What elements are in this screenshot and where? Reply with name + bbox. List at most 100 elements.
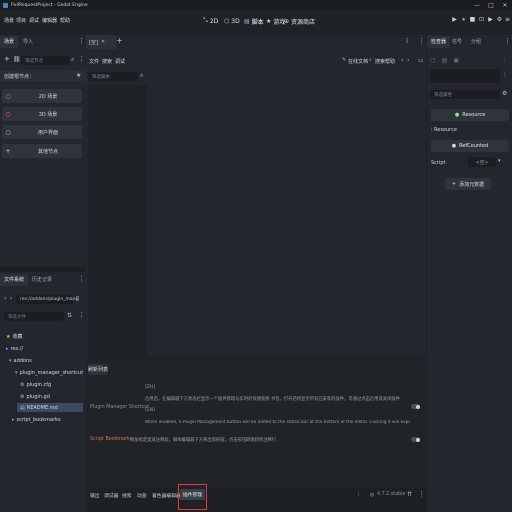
run-project-icon[interactable]: ▶ bbox=[450, 15, 459, 25]
2d-scene-button[interactable]: ○ 2D 场景 bbox=[2, 89, 82, 103]
script-menu-file[interactable]: 文件 bbox=[89, 58, 99, 65]
editor-menu-icon[interactable]: ⋮ bbox=[418, 37, 425, 45]
settings-icon[interactable]: ⚙ bbox=[502, 90, 507, 97]
path-field[interactable]: res://addons/plugin_mana bbox=[16, 295, 78, 304]
script-value-field[interactable]: <空> bbox=[468, 157, 496, 167]
script-menu-debug[interactable]: 调试 bbox=[115, 58, 125, 65]
dock-menu-icon[interactable]: ⋮ bbox=[78, 275, 85, 283]
forward-icon[interactable]: › bbox=[10, 295, 12, 302]
script-icon: ▤ bbox=[244, 17, 250, 25]
sort-icon[interactable]: ⇅ bbox=[67, 312, 72, 319]
history-dropdown[interactable] bbox=[430, 69, 500, 83]
menu-scene[interactable]: 场景 bbox=[4, 17, 14, 24]
close-button[interactable]: ✕ bbox=[498, 0, 512, 10]
filter-properties-input[interactable]: 筛选属性 bbox=[430, 90, 500, 99]
user-interface-button[interactable]: ○ 用户界面 bbox=[2, 125, 82, 139]
save-resource-icon[interactable]: ▣ bbox=[453, 57, 459, 64]
workspace-script[interactable]: ▤ 脚本 bbox=[244, 15, 264, 27]
filter-scripts-input[interactable]: 筛选脚本 bbox=[88, 72, 138, 81]
bottom-tab-output[interactable]: 输出 bbox=[90, 492, 100, 499]
toggle-list-icon[interactable]: ▭ bbox=[418, 57, 424, 64]
tab-history[interactable]: 历史记录 bbox=[28, 274, 56, 286]
assetlib-icon: ⊕ bbox=[284, 17, 290, 25]
new-tab-icon[interactable]: + bbox=[116, 36, 123, 45]
tab-import[interactable]: 导入 bbox=[19, 36, 37, 48]
next-script-icon[interactable]: › bbox=[407, 57, 409, 64]
menu-help[interactable]: 帮助 bbox=[60, 17, 70, 24]
refresh-list-button[interactable]: 刷新列表 bbox=[88, 364, 108, 375]
script-list[interactable] bbox=[88, 85, 147, 357]
workspace-2d-label: 2D bbox=[209, 17, 219, 25]
menu-debug[interactable]: 调试 bbox=[29, 17, 39, 24]
3d-scene-button[interactable]: ○ 3D 场景 bbox=[2, 107, 82, 121]
tree-item-favorites[interactable]: ★ 收藏 bbox=[6, 332, 23, 341]
tab-scene[interactable]: 场景 bbox=[0, 36, 19, 48]
bottom-tab-shader-editor[interactable]: 着色器编辑器 bbox=[152, 492, 181, 499]
script-tab[interactable]: [空] ✕ bbox=[86, 35, 116, 49]
online-docs-button[interactable]: 在线文档 bbox=[348, 58, 368, 65]
2d-scene-label: 2D 场景 bbox=[38, 93, 58, 100]
script-menu-search[interactable]: 搜索 bbox=[102, 58, 112, 65]
filter-nodes-input[interactable]: 筛选节点 bbox=[21, 56, 69, 65]
tab-inspector[interactable]: 检查器 bbox=[427, 36, 451, 48]
tree-item-addons[interactable]: ▾ addons bbox=[9, 356, 32, 365]
workspace-2d[interactable]: ⤡ 2D bbox=[203, 15, 218, 27]
maximize-button[interactable]: □ bbox=[484, 0, 498, 10]
game-icon: ★ bbox=[266, 17, 272, 25]
back-icon[interactable]: ‹ bbox=[4, 295, 6, 302]
tree-item-plugin-cfg[interactable]: ⚙ plugin.cfg bbox=[20, 380, 51, 389]
add-node-icon[interactable]: + bbox=[4, 55, 10, 63]
minimize-button[interactable]: — bbox=[470, 0, 484, 10]
renderer-menu-icon[interactable]: ≡ bbox=[503, 15, 512, 25]
refcounted-button[interactable]: ● RefCounted bbox=[431, 140, 509, 152]
workspace-3d[interactable]: ⬡ 3D bbox=[224, 15, 240, 27]
script-property-label: Script bbox=[431, 160, 446, 166]
menu-editor[interactable]: 编辑器 bbox=[42, 17, 57, 24]
bottom-tab-debugger[interactable]: 调试器 bbox=[104, 492, 118, 499]
tree-item-readme[interactable]: ▤ README.md bbox=[17, 403, 83, 412]
run-scene-icon[interactable]: ▶ bbox=[486, 15, 495, 25]
expand-panel-icon[interactable]: ⇈ bbox=[407, 491, 412, 498]
tab-groups[interactable]: 分组 bbox=[467, 36, 485, 48]
menu-project[interactable]: 项目 bbox=[16, 17, 26, 24]
dock-menu-icon[interactable]: ⋮ bbox=[504, 37, 511, 45]
distraction-free-icon[interactable]: ⁞ bbox=[406, 37, 408, 45]
history-menu-icon[interactable]: ⋮ bbox=[502, 71, 508, 78]
workspace-game[interactable]: ★ 游戏 bbox=[266, 15, 285, 27]
object-menu-icon[interactable]: ⋮ bbox=[502, 57, 508, 64]
filter-files-input[interactable]: 筛选文件 bbox=[4, 312, 64, 321]
tab-signals[interactable]: 信号 bbox=[448, 36, 466, 48]
plugin-bookmarks-toggle[interactable] bbox=[411, 437, 420, 442]
tab-filesystem[interactable]: 文件系统 bbox=[0, 274, 29, 286]
pause-icon[interactable]: ⏸ bbox=[459, 15, 468, 25]
close-tab-icon[interactable]: ✕ bbox=[101, 39, 105, 45]
search-help-button[interactable]: 搜索帮助 bbox=[375, 58, 395, 65]
scene-menu-icon[interactable]: ⋮ bbox=[78, 55, 85, 63]
stop-icon[interactable]: ■ bbox=[468, 15, 477, 25]
tree-item-plugin-manager[interactable]: ▾ plugin_manager_shortcut bbox=[15, 368, 83, 377]
resource-button[interactable]: ● Resource bbox=[431, 109, 509, 121]
other-node-label: 其他节点 bbox=[37, 148, 58, 155]
add-metadata-button[interactable]: + 添加元数据 bbox=[445, 178, 491, 190]
bottom-tab-animation[interactable]: 动画 bbox=[137, 492, 147, 499]
tree-item-res[interactable]: ▸ res:// bbox=[6, 344, 23, 353]
split-view-icon[interactable]: ▯ bbox=[76, 295, 79, 302]
prev-script-icon[interactable]: ‹ bbox=[401, 57, 403, 64]
tree-item-plugin-gd[interactable]: ⚙ plugin.gd bbox=[20, 392, 50, 401]
remote-debug-icon[interactable]: ⊡ bbox=[477, 15, 486, 25]
link-icon[interactable]: ⛓ bbox=[13, 56, 21, 63]
chevron-down-icon[interactable]: ▾ bbox=[498, 158, 501, 164]
tree-item-script-bookmarks[interactable]: ▸ script_bookmarks bbox=[12, 415, 61, 424]
bottom-tab-plugin-manager[interactable]: 插件管理 bbox=[180, 489, 205, 500]
dock-menu-icon[interactable]: ⋮ bbox=[78, 37, 85, 45]
other-node-button[interactable]: + 其他节点 bbox=[2, 144, 82, 158]
bottom-tab-search[interactable]: 搜索 bbox=[122, 492, 132, 499]
new-resource-icon[interactable]: ▢ bbox=[430, 57, 436, 64]
resource-section-label: Resource bbox=[434, 127, 457, 133]
plugin-shortcut-toggle[interactable] bbox=[411, 404, 420, 409]
panel-menu-icon[interactable]: ⋮ bbox=[418, 490, 425, 498]
workspace-assetlib[interactable]: ⊕ 资源商店 bbox=[284, 15, 315, 27]
fs-menu-icon[interactable]: ⋮ bbox=[78, 311, 85, 319]
load-resource-icon[interactable]: ▤ bbox=[442, 57, 448, 64]
favorite-star-icon[interactable]: ★ bbox=[76, 72, 81, 79]
